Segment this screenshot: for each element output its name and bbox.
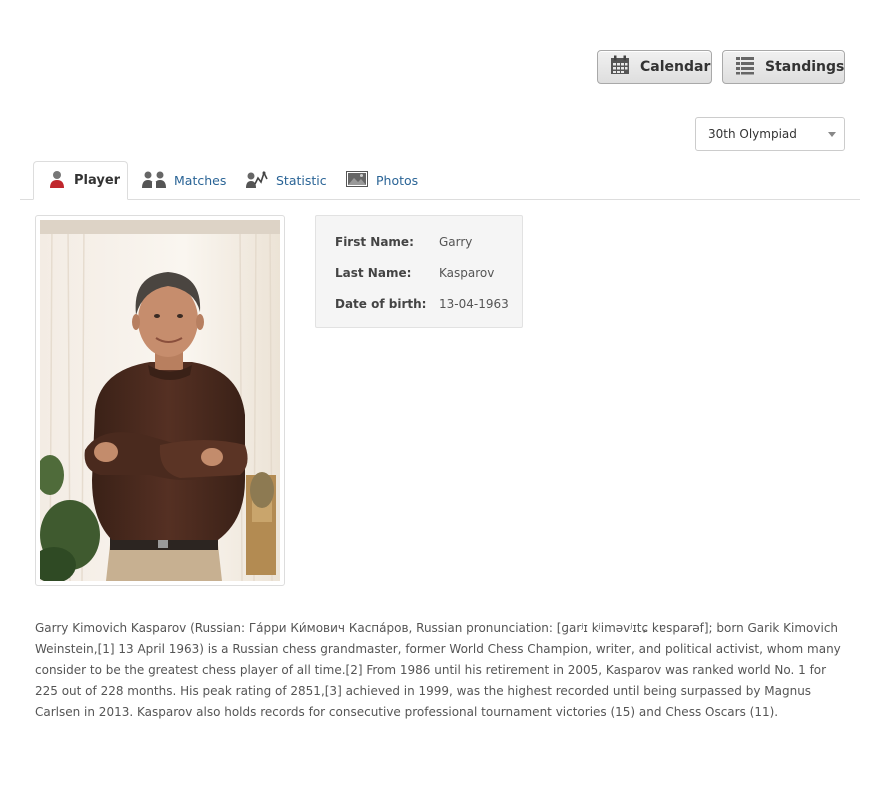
dob-value: 13-04-1963: [439, 297, 509, 311]
chevron-down-icon: [828, 132, 836, 137]
standings-button[interactable]: Standings: [722, 50, 845, 84]
tab-player-label: Player: [74, 173, 121, 188]
first-name-value: Garry: [439, 235, 473, 249]
last-name-value: Kasparov: [439, 266, 495, 280]
tab-matches[interactable]: Matches: [132, 161, 236, 200]
last-name-row: Last Name: Kasparov: [335, 266, 522, 297]
tab-statistic[interactable]: Statistic: [236, 161, 337, 200]
tab-matches-label: Matches: [174, 173, 227, 188]
player-photo: [35, 215, 285, 586]
last-name-label: Last Name:: [335, 266, 412, 280]
player-biography: Garry Kimovich Kasparov (Russian: Га́рри…: [35, 621, 841, 719]
player-info-panel: First Name: Garry Last Name: Kasparov Da…: [315, 215, 523, 328]
event-select[interactable]: 30th Olympiad: [695, 117, 845, 151]
dob-row: Date of birth: 13-04-1963: [335, 297, 522, 328]
tab-statistic-label: Statistic: [276, 173, 327, 188]
tab-photos-label: Photos: [376, 173, 419, 188]
event-select-value: 30th Olympiad: [708, 127, 797, 141]
photos-icon: [346, 171, 368, 190]
tab-player[interactable]: Player: [33, 161, 128, 200]
statistic-icon: [246, 170, 268, 191]
first-name-row: First Name: Garry: [335, 235, 522, 266]
calendar-button[interactable]: Calendar: [597, 50, 712, 84]
calendar-button-label: Calendar: [640, 59, 711, 75]
matches-icon: [142, 170, 166, 191]
first-name-label: First Name:: [335, 235, 414, 249]
player-photo-image: [40, 220, 280, 581]
calendar-icon: [610, 55, 630, 79]
standings-button-label: Standings: [765, 59, 845, 75]
tab-photos[interactable]: Photos: [336, 161, 428, 200]
player-icon: [48, 170, 66, 192]
standings-icon: [735, 55, 755, 79]
dob-label: Date of birth:: [335, 297, 427, 311]
